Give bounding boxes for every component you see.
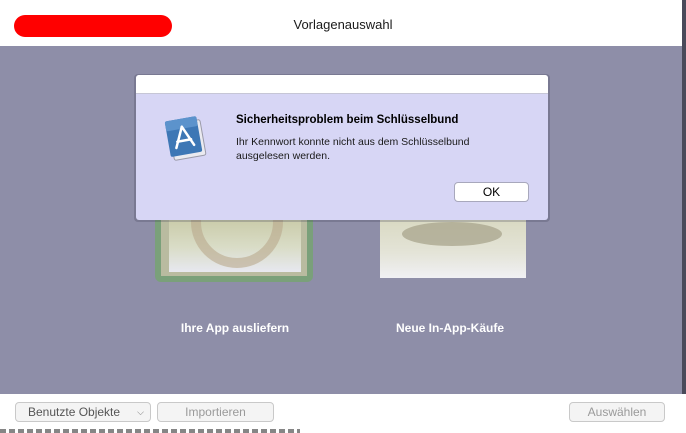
- alert-heading: Sicherheitsproblem beim Schlüsselbund: [236, 114, 459, 126]
- used-objects-label: Benutzte Objekte: [28, 405, 121, 419]
- bottom-toolbar: Benutzte Objekte ⌵ Importieren Auswählen: [0, 394, 686, 433]
- used-objects-popup[interactable]: Benutzte Objekte ⌵: [15, 402, 151, 422]
- option-in-app-purchases-label[interactable]: Neue In-App-Käufe: [372, 321, 528, 335]
- keychain-alert-sheet: Sicherheitsproblem beim Schlüsselbund Ih…: [136, 75, 548, 220]
- cropped-underlying-text: [0, 429, 300, 433]
- alert-top-strip: [136, 75, 548, 94]
- option-ship-app-label[interactable]: Ihre App ausliefern: [150, 321, 320, 335]
- option-ship-app-thumbnail: [169, 216, 301, 272]
- window-title: Vorlagenauswahl: [293, 17, 393, 32]
- option-in-app-purchases[interactable]: [380, 216, 526, 278]
- select-button[interactable]: Auswählen: [569, 402, 665, 422]
- alert-message: Ihr Kennwort konnte nicht aus dem Schlüs…: [236, 136, 470, 162]
- coins-graphic-icon: [402, 222, 502, 246]
- chevron-down-icon: ⌵: [137, 407, 144, 417]
- app-store-icon: [162, 112, 212, 166]
- title-bar: Vorlagenauswahl: [0, 0, 686, 46]
- template-chooser-window: Vorlagenauswahl Ihre App ausliefern Neue…: [0, 0, 686, 433]
- ok-button[interactable]: OK: [454, 182, 529, 202]
- window-right-edge: [682, 0, 686, 433]
- import-button[interactable]: Importieren: [157, 402, 274, 422]
